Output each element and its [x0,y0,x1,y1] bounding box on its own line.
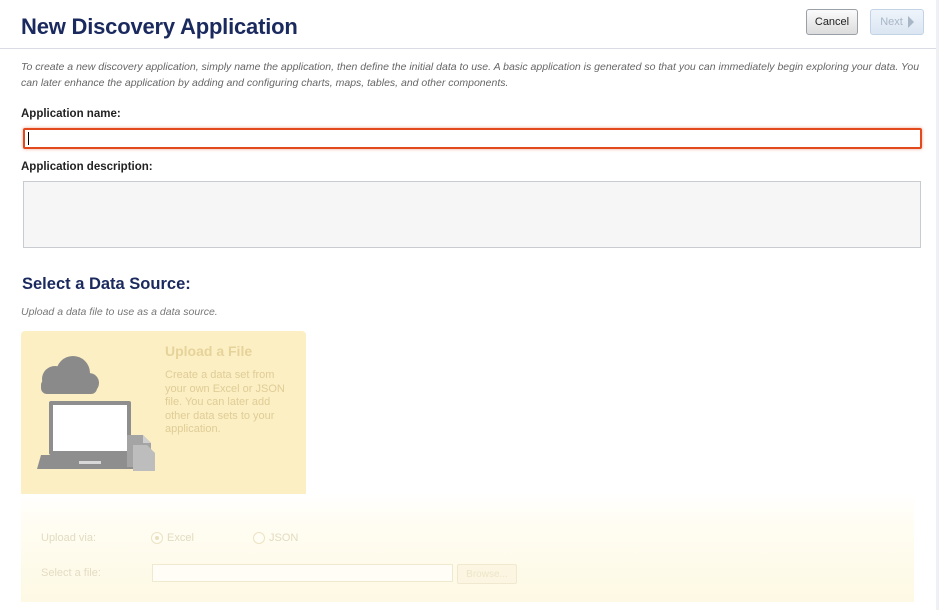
upload-options-panel: Upload via: Excel JSON Select a file: Br… [21,494,914,602]
page-title: New Discovery Application [21,14,298,39]
application-description-label: Application description: [21,161,153,173]
next-button[interactable]: Next [870,9,924,35]
upload-file-tile[interactable]: Upload a File Create a data set from you… [21,331,306,511]
arrow-right-icon [907,16,914,28]
application-name-label: Application name: [21,108,121,120]
excel-radio[interactable] [151,532,163,544]
json-option-label: JSON [269,532,299,544]
upload-file-description: Create a data set from your own Excel or… [165,369,285,435]
upload-via-label: Upload via: [41,532,97,544]
next-button-label: Next [880,16,903,28]
intro-text: To create a new discovery application, s… [21,61,920,89]
excel-option-label: Excel [167,532,194,544]
browse-button[interactable]: Browse... [457,564,517,584]
page-header: New Discovery Application Cancel Next [0,0,939,49]
upload-file-title: Upload a File [165,343,253,359]
text-caret [28,132,29,145]
application-description-input[interactable] [23,181,921,248]
laptop-cloud-upload-icon [37,356,155,471]
data-source-title: Select a Data Source: [22,275,191,293]
application-name-input[interactable] [23,128,922,149]
select-file-label: Select a file: [41,567,101,579]
json-radio[interactable] [253,532,265,544]
file-path-input[interactable] [152,564,453,582]
cancel-button[interactable]: Cancel [806,9,858,35]
data-source-subtitle: Upload a data file to use as a data sour… [21,306,218,318]
